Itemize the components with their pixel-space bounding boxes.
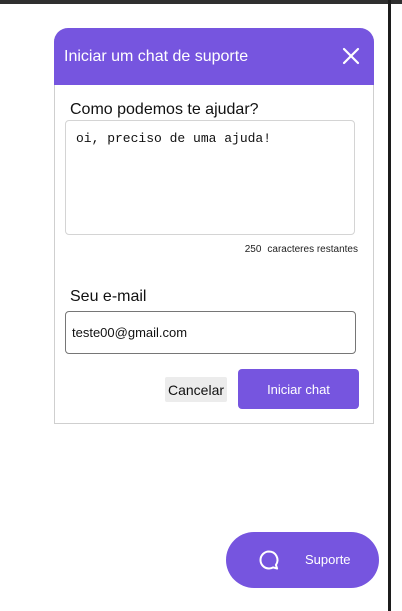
email-field[interactable] <box>65 311 356 354</box>
start-chat-button[interactable]: Iniciar chat <box>238 369 359 409</box>
char-counter-suffix: caracteres restantes <box>267 244 358 255</box>
message-textarea[interactable] <box>65 120 355 235</box>
email-label: Seu e-mail <box>70 288 147 305</box>
support-button[interactable]: Suporte <box>226 532 379 588</box>
dialog-header: Iniciar um chat de suporte <box>54 28 374 85</box>
char-counter: 250 caracteres restantes <box>245 244 358 255</box>
dialog-title: Iniciar um chat de suporte <box>64 48 249 65</box>
close-icon[interactable] <box>341 46 361 66</box>
window-top-bar <box>0 0 402 4</box>
support-button-label: Suporte <box>305 552 351 567</box>
chat-bubble-icon <box>257 548 281 572</box>
char-counter-value: 250 <box>244 244 262 255</box>
cancel-button[interactable]: Cancelar <box>165 377 227 402</box>
support-chat-dialog: Iniciar um chat de suporte Como podemos … <box>54 28 374 424</box>
message-label: Como podemos te ajudar? <box>70 101 259 118</box>
window-right-edge <box>388 0 391 611</box>
